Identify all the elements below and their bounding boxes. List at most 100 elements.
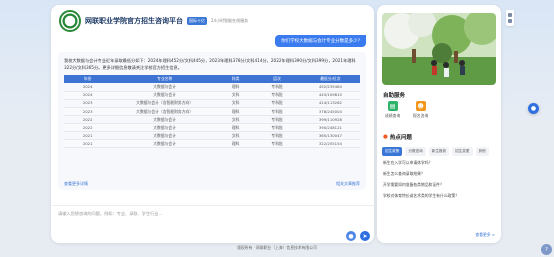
cell: 文科 — [217, 131, 254, 141]
cell: 2023 — [64, 99, 112, 108]
voice-button[interactable]: ● — [346, 231, 356, 241]
table-row: 2023 大数据与会计（含智能财务方向） 文科 专科批 414/113262 — [64, 99, 360, 108]
cell: 大数据与会计 — [111, 91, 218, 100]
cell: 390/248121 — [300, 123, 360, 133]
cell: 445/109815 — [300, 91, 360, 100]
cell: 理科 — [217, 139, 254, 149]
cell: 理科 — [217, 83, 254, 92]
cell: 大数据与会计 — [111, 83, 218, 92]
table-header-row: 年份 专业名称 科类 层次 最低分/位次 — [64, 75, 360, 83]
hot-questions-title: ● 热点问题 — [383, 134, 412, 141]
column-header: 年份 — [64, 75, 112, 83]
cell: 专科批 — [253, 83, 301, 92]
floating-chat-button[interactable]: ● — [528, 103, 539, 114]
help-icon[interactable]: ? — [541, 244, 552, 255]
cell: 专科批 — [253, 107, 301, 116]
cell: 文科 — [217, 99, 254, 108]
user-message: 你们学校大数据与会计专业分数是多少? — [275, 35, 366, 47]
cell: 文科 — [217, 91, 254, 100]
tab-changes[interactable]: 招生变更 — [452, 147, 473, 156]
fire-icon: ● — [383, 134, 388, 140]
cell: 大数据与会计（含智能财务方向） — [111, 99, 218, 108]
question-item[interactable]: 新生在入学可以申请休学吗？ — [383, 160, 432, 166]
cell: 452/235464 — [300, 83, 360, 92]
cell: 2021 — [64, 139, 112, 149]
cell: 大数据与会计（含智能财务方向） — [111, 107, 218, 116]
services-title: 自助服务 — [383, 93, 406, 99]
cell: 专科批 — [253, 115, 301, 124]
chart-icon: ▤ — [387, 101, 398, 111]
table-row: 2024 大数据与会计 文科 专科批 445/109815 — [64, 91, 360, 100]
header-tag: 国际十亿 — [187, 17, 207, 25]
tab-admission-policy[interactable]: 招生政策 — [382, 147, 403, 156]
cell: 365/130047 — [300, 131, 360, 141]
page-footer: 版权所有 · 网联职业（上海）信息技术有限公司 — [237, 245, 317, 250]
service-consult[interactable]: ☻ 报名咨询 — [413, 101, 428, 119]
view-more-link[interactable]: 查看更多详情 — [64, 181, 88, 187]
header-subtitle: 24小时智能在线服务 — [211, 18, 249, 23]
column-header: 层次 — [253, 75, 301, 83]
cell: 专科批 — [253, 99, 301, 108]
table-row: 2022 大数据与会计 文科 专科批 399/110928 — [64, 115, 360, 124]
cell: 414/113262 — [300, 99, 360, 108]
table-row: 2023 大数据与会计（含智能财务方向） 理科 专科批 378/245004 — [64, 107, 360, 116]
cell: 2021 — [64, 131, 112, 141]
cell: 专科批 — [253, 139, 301, 149]
cell: 大数据与会计 — [111, 131, 218, 141]
bot-answer: 我校大数据与会计专业近年录取最低分如下：2024年理科452分/文科445分，2… — [58, 52, 366, 190]
answer-footer: 查看更多详情 相关文章推荐 — [64, 181, 360, 187]
hot-tabs: 招生政策 分数查询 新生报到 招生变更 其他 — [382, 147, 496, 156]
user-icon: ☻ — [415, 101, 426, 111]
cell: 322/255154 — [300, 139, 360, 149]
related-link[interactable]: 相关文章推荐 — [336, 181, 360, 187]
cell: 399/110928 — [300, 115, 360, 124]
question-item[interactable]: 开学需要如何准备各类物品和证件？ — [383, 182, 444, 188]
cell: 大数据与会计 — [111, 115, 218, 124]
cell: 理科 — [217, 107, 254, 116]
table-row: 2021 大数据与会计 文科 专科批 365/130047 — [64, 131, 360, 141]
cell: 专科批 — [253, 91, 301, 100]
cell: 专科批 — [253, 123, 301, 133]
more-questions-link[interactable]: 查看更多 > — [475, 232, 495, 238]
table-row: 2021 大数据与会计 理科 专科批 322/255154 — [64, 139, 360, 149]
cell: 理科 — [217, 123, 254, 133]
tab-other[interactable]: 其他 — [475, 147, 489, 156]
menu-icon[interactable] — [508, 19, 512, 23]
cell: 大数据与会计 — [111, 139, 218, 149]
chat-icon: ● — [530, 105, 537, 112]
chat-header: 网联职业学院官方招生咨询平台 国际十亿 24小时智能在线服务 — [59, 9, 248, 33]
cell: 2022 — [64, 123, 112, 133]
page-title: 网联职业学院官方招生咨询平台 — [85, 17, 183, 25]
campus-photo — [382, 13, 496, 85]
column-header: 专业名称 — [111, 75, 218, 83]
send-icon: ➤ — [362, 232, 368, 240]
service-label: 成绩查询 — [385, 113, 401, 118]
answer-text: 我校大数据与会计专业近年录取最低分如下：2024年理科452分/文科445分，2… — [64, 58, 356, 70]
chat-panel: 网联职业学院官方招生咨询平台 国际十亿 24小时智能在线服务 你们学校大数据与会… — [51, 5, 374, 243]
send-button[interactable]: ➤ — [360, 231, 370, 241]
tab-enrollment[interactable]: 新生报到 — [428, 147, 450, 156]
cell: 大数据与会计 — [111, 123, 218, 133]
tab-score-query[interactable]: 分数查询 — [405, 147, 426, 156]
question-item[interactable]: 学校对体育特长或艺术类的学生有什么政策？ — [383, 193, 459, 199]
cell: 2024 — [64, 83, 112, 92]
cell: 2023 — [64, 107, 112, 116]
cell: 文科 — [217, 115, 254, 124]
side-toolbar — [506, 10, 514, 26]
school-logo — [59, 10, 81, 32]
message-input[interactable]: 请输入您想咨询的问题，例如：专业、录取、学生行业... ● ➤ — [51, 205, 374, 243]
score-table: 年份 专业名称 科类 层次 最低分/位次 2024 大数据与会计 理科 专科批 452/… — [64, 75, 360, 149]
side-panel: 自助服务 ▤ 成绩查询 ☻ 报名咨询 ● 热点问题 招生政策 分数查询 新生报到… — [377, 5, 501, 243]
input-placeholder: 请输入您想咨询的问题，例如：专业、录取、学生行业... — [58, 211, 163, 216]
cell: 专科批 — [253, 131, 301, 141]
cell: 2022 — [64, 115, 112, 124]
table-row: 2024 大数据与会计 理科 专科批 452/235464 — [64, 83, 360, 92]
question-item[interactable]: 新生怎么查询录取结果？ — [383, 171, 425, 177]
home-icon[interactable] — [508, 13, 512, 17]
microphone-icon: ● — [348, 232, 354, 240]
table-row: 2022 大数据与会计 理科 专科批 390/248121 — [64, 123, 360, 133]
column-header: 最低分/位次 — [300, 75, 360, 83]
column-header: 科类 — [217, 75, 254, 83]
service-score-query[interactable]: ▤ 成绩查询 — [385, 101, 400, 119]
service-label: 报名咨询 — [413, 113, 429, 118]
